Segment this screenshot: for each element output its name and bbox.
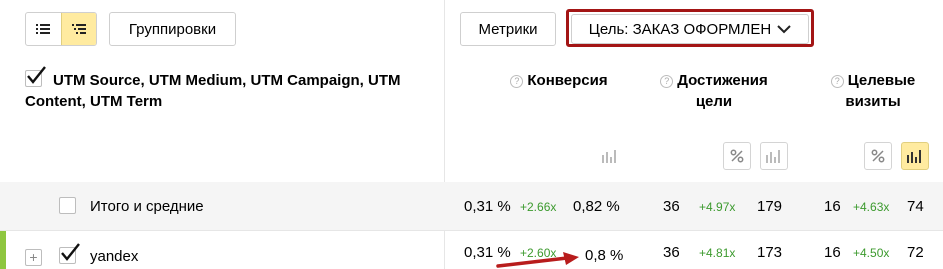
cell-conversion-delta: +2.66x [520, 200, 557, 214]
help-icon[interactable]: ? [660, 75, 674, 88]
bar-chart-icon [602, 150, 616, 163]
list-view-button[interactable] [26, 13, 61, 45]
column-label-line2: визиты [845, 93, 901, 110]
cell-conversion-a: 0,31 % [464, 198, 511, 215]
metrics-button[interactable]: Метрики [460, 12, 556, 46]
cell-goal-reaches-b: 173 [757, 244, 783, 261]
groupings-button[interactable]: Группировки [109, 12, 236, 46]
dimension-header-label: UTM Source, UTM Medium, UTM Campaign, UT… [25, 72, 401, 110]
percent-icon [871, 149, 885, 163]
checkmark-icon [61, 243, 80, 261]
column-label: Достижения [677, 72, 768, 89]
cell-goal-reaches-delta: +4.97x [699, 200, 736, 214]
goal-select-label: Цель: ЗАКАЗ ОФОРМЛЕН [588, 20, 772, 38]
cell-goal-reaches-a: 36 [663, 244, 680, 261]
red-arrow [496, 252, 579, 268]
plus-icon[interactable]: + [25, 249, 42, 266]
cell-target-visits-delta: +4.50x [853, 246, 890, 260]
column-header-goal-reaches[interactable]: ? Достижения цели [648, 70, 780, 112]
cell-target-visits-a: 16 [824, 244, 841, 261]
row-separator [0, 230, 943, 231]
column-label: Целевые [847, 72, 916, 89]
row-label[interactable]: yandex [90, 248, 138, 265]
cell-goal-reaches-a: 36 [663, 198, 680, 215]
column-header-conversion[interactable]: ? Конверсия [500, 70, 618, 91]
cell-target-visits-a: 16 [824, 198, 841, 215]
cell-target-visits-b: 72 [907, 244, 924, 261]
cell-target-visits-b: 74 [907, 198, 924, 215]
chart-toggle-conversion[interactable] [596, 142, 624, 170]
tree-icon [71, 24, 86, 34]
tree-view-button[interactable] [60, 13, 96, 45]
row-color-marker [0, 231, 6, 269]
column-label: Конверсия [527, 72, 608, 89]
chart-toggle-goal-reaches[interactable] [760, 142, 788, 170]
yandex-row-checkbox[interactable] [59, 243, 80, 264]
totals-row-checkbox[interactable] [59, 197, 76, 214]
goal-select[interactable]: Цель: ЗАКАЗ ОФОРМЛЕН [571, 14, 809, 44]
bar-chart-icon [766, 150, 780, 163]
chart-toggle-target-visits[interactable] [901, 142, 929, 170]
cell-goal-reaches-delta: +4.81x [699, 246, 736, 260]
help-icon[interactable]: ? [830, 75, 844, 88]
percent-toggle-goal-reaches[interactable] [723, 142, 751, 170]
percent-toggle-target-visits[interactable] [864, 142, 892, 170]
percent-icon [730, 149, 744, 163]
cell-goal-reaches-b: 179 [757, 198, 783, 215]
column-label-line2: цели [695, 93, 733, 110]
help-icon[interactable]: ? [510, 75, 524, 88]
cell-conversion-b: 0,82 % [573, 198, 620, 215]
cell-conversion-b: 0,8 % [585, 247, 624, 264]
cell-target-visits-delta: +4.63x [853, 200, 890, 214]
chevron-down-icon [777, 24, 791, 33]
view-mode-toggle [25, 12, 97, 46]
bar-chart-icon [907, 150, 921, 163]
list-icon [36, 24, 51, 34]
dimension-header[interactable]: UTM Source, UTM Medium, UTM Campaign, UT… [25, 70, 435, 112]
column-header-target-visits[interactable]: ? Целевые визиты [818, 70, 928, 112]
row-label: Итого и средние [90, 198, 204, 215]
